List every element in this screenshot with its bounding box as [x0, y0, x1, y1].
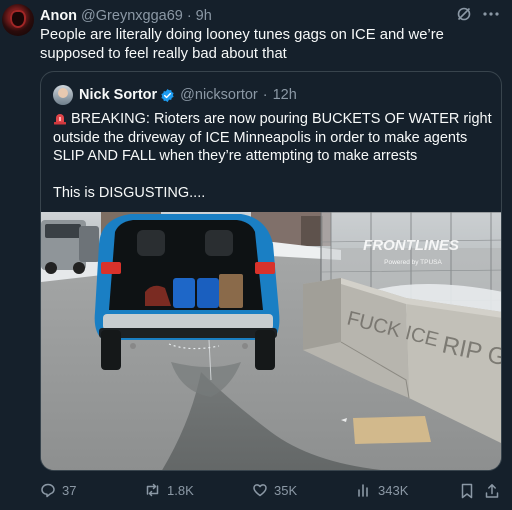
repost-count: 1.8K: [167, 482, 194, 498]
quoted-time[interactable]: 12h: [273, 87, 297, 103]
tweet-time[interactable]: 9h: [196, 8, 212, 24]
quoted-time-separator: ·: [262, 87, 268, 103]
more-options-icon[interactable]: [482, 6, 500, 22]
tweet-header: Anon @Greynxgga69 · 9h: [40, 6, 502, 26]
quoted-text-line-2: This is DISGUSTING....: [53, 185, 206, 201]
media-scene: FRONTLINES Powered by TPUSA FUCK ICE RIP…: [41, 212, 501, 470]
cardboard: [353, 416, 431, 444]
views-chart-icon: [358, 484, 368, 497]
quoted-header: Nick Sortor @nicksortor · 12h: [53, 84, 297, 106]
author-avatar[interactable]: [2, 4, 34, 36]
reply-icon: [41, 483, 55, 498]
action-bar: 37 1.8K 35K 343K: [40, 482, 502, 502]
quoted-author-name[interactable]: Nick Sortor: [79, 87, 157, 103]
share-icon[interactable]: [484, 483, 500, 499]
quoted-avatar[interactable]: [53, 85, 73, 105]
quoted-author-handle[interactable]: @nicksortor: [180, 87, 258, 103]
author-handle[interactable]: @Greynxgga69: [81, 8, 183, 24]
author-name[interactable]: Anon: [40, 8, 77, 24]
heart-icon: [253, 484, 267, 497]
grok-icon[interactable]: [456, 6, 472, 22]
quoted-tweet[interactable]: Nick Sortor @nicksortor · 12h BREAKING: …: [40, 71, 502, 471]
like-count: 35K: [274, 482, 298, 498]
repost-icon: [146, 483, 159, 497]
view-count: 343K: [378, 482, 409, 498]
watermark-text: FRONTLINES: [363, 237, 459, 254]
siren-icon: [54, 114, 66, 125]
tweet-text: People are literally doing looney tunes …: [40, 27, 444, 62]
watermark-subtext: Powered by TPUSA: [384, 259, 442, 266]
time-separator: ·: [186, 8, 192, 24]
quoted-text-line-1: BREAKING: Rioters are now pouring BUCKET…: [53, 111, 492, 164]
verified-badge-icon: [161, 88, 174, 102]
like-button[interactable]: 35K: [252, 482, 297, 498]
quoted-media-image[interactable]: FRONTLINES Powered by TPUSA FUCK ICE RIP…: [41, 212, 501, 470]
reply-count: 37: [62, 482, 77, 498]
header-actions: [456, 6, 500, 22]
repost-button[interactable]: 1.8K: [144, 482, 194, 498]
bookmark-icon[interactable]: [460, 483, 474, 499]
quoted-text: BREAKING: Rioters are now pouring BUCKET…: [53, 110, 493, 203]
views-button[interactable]: 343K: [356, 482, 408, 498]
reply-button[interactable]: 37: [40, 482, 76, 498]
